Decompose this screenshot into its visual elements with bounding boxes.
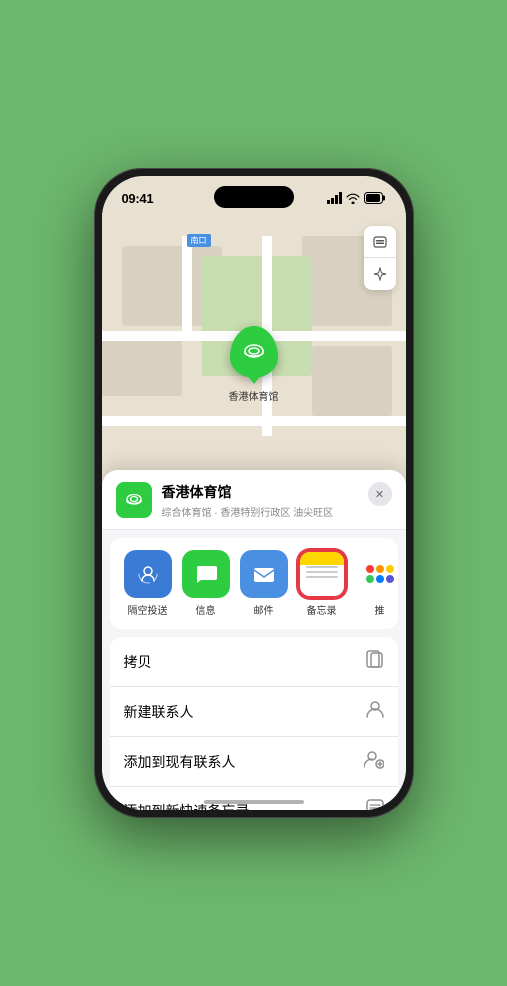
map-location-button[interactable] xyxy=(364,258,396,290)
share-mail[interactable]: 邮件 xyxy=(240,550,288,617)
action-copy-label: 拷贝 xyxy=(124,652,152,672)
bottom-sheet: 香港体育馆 综合体育馆 · 香港特别行政区 油尖旺区 ✕ xyxy=(102,470,406,810)
messages-icon xyxy=(182,550,230,598)
place-icon xyxy=(116,482,152,518)
stadium-marker[interactable]: 香港体育馆 xyxy=(229,326,279,403)
person-add-icon xyxy=(364,749,384,774)
memo-icon xyxy=(366,799,384,810)
map-label: 南口 xyxy=(187,234,211,247)
messages-label: 信息 xyxy=(196,602,216,617)
share-more[interactable]: 推 xyxy=(356,550,398,617)
action-add-contact[interactable]: 添加到现有联系人 xyxy=(110,737,398,787)
share-row: 隔空投送 信息 xyxy=(110,538,398,629)
action-list: 拷贝 新建联系人 xyxy=(110,637,398,810)
person-icon xyxy=(366,699,384,724)
share-messages[interactable]: 信息 xyxy=(182,550,230,617)
action-quick-memo[interactable]: 添加到新快速备忘录 xyxy=(110,787,398,810)
copy-icon xyxy=(366,649,384,674)
action-add-contact-label: 添加到现有联系人 xyxy=(124,752,236,772)
status-time: 09:41 xyxy=(122,191,154,206)
place-info: 香港体育馆 综合体育馆 · 香港特别行政区 油尖旺区 xyxy=(162,482,358,519)
airdrop-label: 隔空投送 xyxy=(128,602,168,617)
more-label: 推 xyxy=(375,602,385,617)
battery-icon xyxy=(364,192,386,204)
action-copy[interactable]: 拷贝 xyxy=(110,637,398,687)
more-circles-inner xyxy=(356,550,398,598)
close-button[interactable]: ✕ xyxy=(368,482,392,506)
map-area: 南口 xyxy=(102,176,406,516)
wifi-icon xyxy=(346,192,360,204)
status-icons xyxy=(327,192,386,204)
mail-label: 邮件 xyxy=(254,602,274,617)
map-controls xyxy=(364,226,396,290)
stadium-pin xyxy=(230,326,278,378)
dynamic-island xyxy=(214,186,294,208)
signal-icon xyxy=(327,192,342,204)
phone-screen: 09:41 xyxy=(102,176,406,810)
place-header: 香港体育馆 综合体育馆 · 香港特别行政区 油尖旺区 ✕ xyxy=(102,470,406,530)
more-icon xyxy=(356,550,398,598)
place-name: 香港体育馆 xyxy=(162,482,358,502)
action-new-contact-label: 新建联系人 xyxy=(124,702,194,722)
place-subtitle: 综合体育馆 · 香港特别行政区 油尖旺区 xyxy=(162,504,358,519)
stadium-name-label: 香港体育馆 xyxy=(229,388,279,403)
home-indicator xyxy=(204,800,304,804)
map-layers-button[interactable] xyxy=(364,226,396,258)
mail-icon xyxy=(240,550,288,598)
notes-label: 备忘录 xyxy=(307,602,337,617)
notes-icon xyxy=(298,550,346,598)
airdrop-icon xyxy=(124,550,172,598)
share-notes[interactable]: 备忘录 xyxy=(298,550,346,617)
phone-frame: 09:41 xyxy=(94,168,414,818)
action-new-contact[interactable]: 新建联系人 xyxy=(110,687,398,737)
share-airdrop[interactable]: 隔空投送 xyxy=(124,550,172,617)
